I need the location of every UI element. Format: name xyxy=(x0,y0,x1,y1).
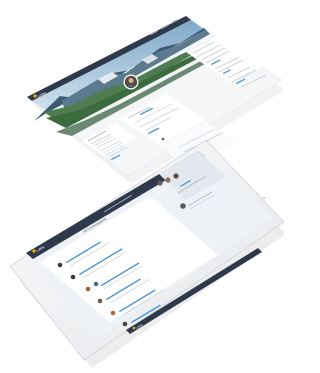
user-avatar-icon[interactable] xyxy=(161,137,165,141)
user-avatar-icon[interactable] xyxy=(180,203,186,209)
device-mockup-scene: Lobbe Lobbe All Conversations Lobbe xyxy=(9,15,284,368)
user-avatar-icon[interactable] xyxy=(173,173,179,179)
user-avatar-icon xyxy=(85,286,91,292)
user-avatar-icon xyxy=(97,298,103,304)
user-avatar-icon[interactable] xyxy=(165,177,171,183)
user-avatar-icon xyxy=(93,281,99,287)
floating-screen: Lobbe xyxy=(26,15,284,184)
user-avatar-icon[interactable] xyxy=(157,180,163,186)
user-avatar-icon xyxy=(122,321,128,327)
user-avatar-icon xyxy=(70,274,76,280)
user-avatar-icon xyxy=(57,262,63,268)
user-avatar-icon xyxy=(128,78,134,83)
user-avatar-icon xyxy=(110,310,116,316)
front-camera-icon xyxy=(262,196,266,200)
